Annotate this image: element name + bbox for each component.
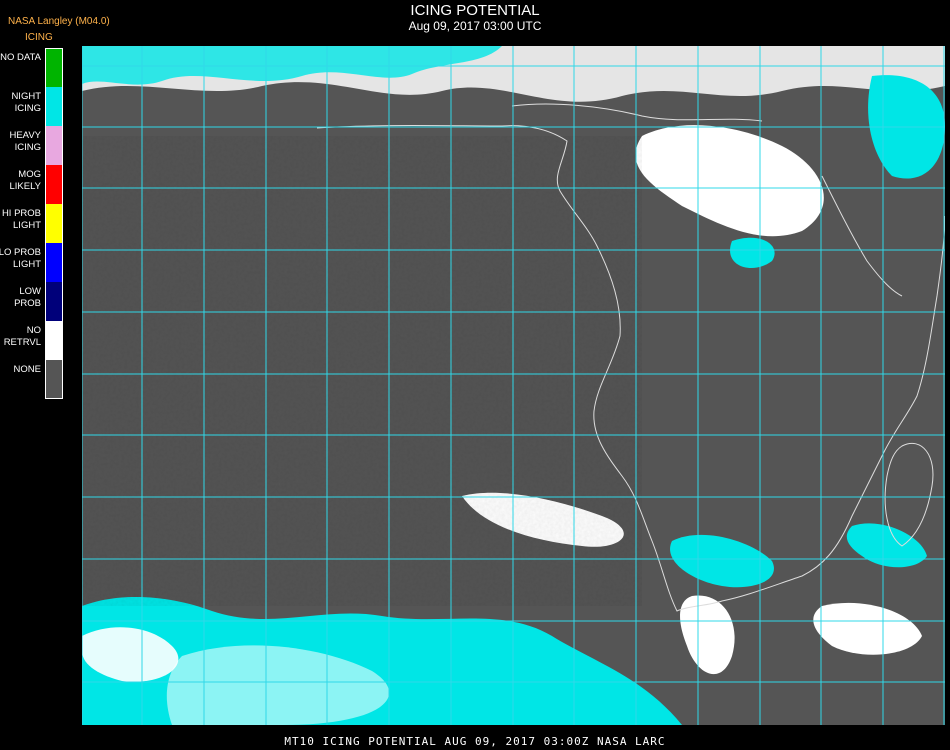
legend-row-heavy-icing: HEAVY ICING [0, 126, 66, 165]
legend-swatch [46, 243, 63, 282]
legend-label: LOW PROB [14, 286, 41, 309]
legend-row-no-retrieval: NO RETRVL [0, 321, 66, 360]
icing-map[interactable] [82, 46, 945, 725]
coastline-red-sea [821, 175, 903, 297]
legend-row-none: NONE [0, 360, 66, 399]
cloud-region-east-cyan [846, 523, 927, 568]
legend-swatch [46, 282, 63, 321]
cloud-region-madagascar-white [813, 602, 922, 655]
cloud-region-horn-cyan [730, 237, 775, 269]
page-title: ICING POTENTIAL [410, 2, 540, 19]
map-canvas [82, 46, 945, 725]
legend-swatch [46, 360, 63, 399]
legend-label: NONE [13, 364, 41, 375]
cloud-region-northeast-white [635, 125, 824, 237]
legend-row-night-icing: NIGHT ICING [0, 87, 66, 126]
legend-label: NO DATA [0, 52, 41, 63]
legend-label: MOG LIKELY [9, 169, 41, 192]
legend-label: HEAVY ICING [9, 130, 41, 153]
legend-label: HI PROB LIGHT [1, 208, 41, 231]
legend-swatch [46, 165, 63, 204]
valid-time: Aug 09, 2017 03:00 UTC [408, 19, 542, 33]
product-label: ICING [25, 32, 53, 43]
coastline-mediterranean [511, 103, 763, 122]
legend-row-low-prob: LOW PROB [0, 282, 66, 321]
legend-row-lo-prob-light: LO PROB LIGHT [0, 243, 66, 282]
legend-label: NIGHT ICING [11, 91, 41, 114]
legend-row-mog-likely: MOG LIKELY [0, 165, 66, 204]
footer-caption: MT10 ICING POTENTIAL AUG 09, 2017 03:00Z… [284, 735, 666, 748]
legend-label: NO RETRVL [3, 325, 41, 348]
legend-row-no-data: NO DATA [0, 48, 66, 87]
legend-swatch [46, 204, 63, 243]
legend-swatch [46, 87, 63, 126]
legend-swatch [46, 48, 63, 87]
scattered-cloud-speckle [82, 136, 642, 606]
legend-row-hi-prob-light: HI PROB LIGHT [0, 204, 66, 243]
legend-label: LO PROB LIGHT [0, 247, 41, 270]
color-legend: NO DATA NIGHT ICING HEAVY ICING MOG LIKE… [0, 48, 66, 399]
legend-swatch [46, 126, 63, 165]
cloud-region-central-cyan [670, 534, 774, 588]
legend-swatch [46, 321, 63, 360]
